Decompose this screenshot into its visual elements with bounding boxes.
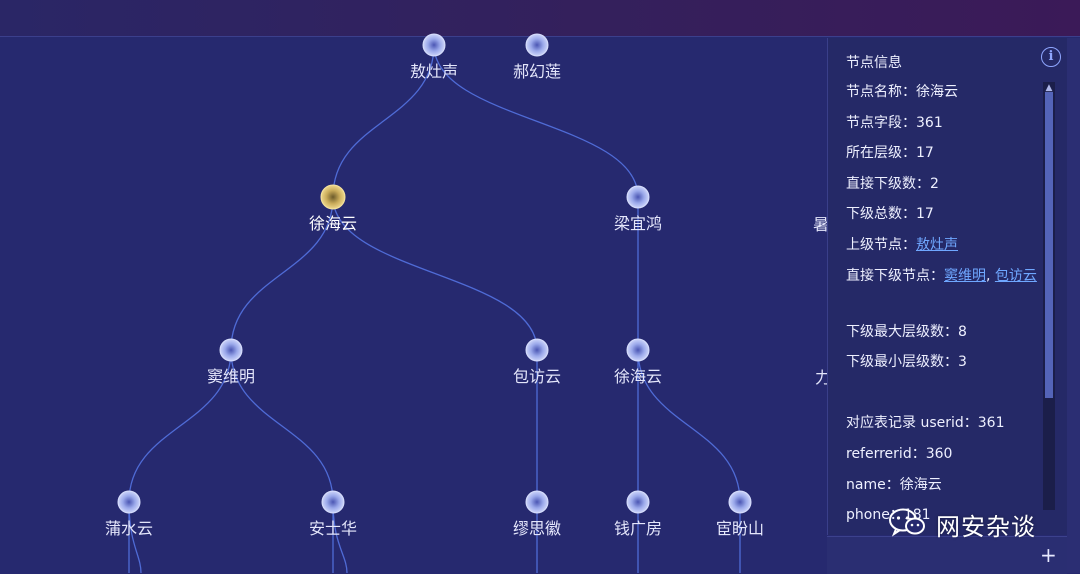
tree-link bbox=[332, 196, 538, 351]
tree-node[interactable] bbox=[728, 490, 752, 514]
tree-node[interactable] bbox=[525, 490, 549, 514]
direct-children-label: 直接下级节点： bbox=[846, 267, 944, 284]
tree-node[interactable] bbox=[422, 33, 446, 57]
userid-row: 对应表记录 userid：361 bbox=[846, 415, 1005, 432]
node-info-panel: 节点信息 i 节点名称：徐海云 节点字段：361 所在层级：17 直接下级数：2… bbox=[827, 38, 1068, 535]
node-info-list: 节点名称：徐海云 节点字段：361 所在层级：17 直接下级数：2 下级总数：1… bbox=[846, 82, 1041, 536]
node-name-row: 节点名称：徐海云 bbox=[846, 84, 958, 100]
tree-node-label[interactable]: 敖灶声 bbox=[410, 58, 458, 82]
tree-node[interactable] bbox=[117, 490, 141, 514]
child-separator: , bbox=[986, 267, 995, 284]
tree-node[interactable] bbox=[219, 338, 243, 362]
tree-node-label[interactable]: 蒲水云 bbox=[105, 515, 153, 539]
scroll-thumb[interactable] bbox=[1045, 92, 1053, 398]
min-depth-row: 下级最小层级数：3 bbox=[846, 354, 967, 371]
record-name-row: name：徐海云 bbox=[846, 476, 942, 493]
tree-node-label[interactable]: 安士华 bbox=[309, 515, 357, 539]
panel-scrollbar[interactable]: ▲ bbox=[1043, 82, 1055, 510]
max-depth-row: 下级最大层级数：8 bbox=[846, 323, 967, 340]
referrerid-row: referrerid：360 bbox=[846, 445, 953, 462]
tree-node[interactable] bbox=[525, 338, 549, 362]
tree-node-label[interactable]: 徐海云 bbox=[614, 363, 662, 387]
info-icon[interactable]: i bbox=[1041, 47, 1061, 67]
parent-node-link[interactable]: 敖灶声 bbox=[916, 237, 958, 253]
direct-children-row: 直接下级节点：窦维明, 包访云 bbox=[846, 261, 1041, 322]
tree-node[interactable] bbox=[525, 33, 549, 57]
tree-node-label[interactable]: 徐海云 bbox=[309, 210, 357, 234]
tree-node-label[interactable]: 郝幻莲 bbox=[513, 58, 561, 82]
tree-node[interactable] bbox=[626, 490, 650, 514]
tree-node[interactable] bbox=[626, 338, 650, 362]
parent-node-label: 上级节点： bbox=[846, 236, 916, 253]
tree-node-selected[interactable] bbox=[320, 184, 346, 210]
node-field-row: 节点字段：361 bbox=[846, 114, 943, 131]
tree-node-label[interactable]: 包访云 bbox=[513, 363, 561, 387]
watermark-text: 网安杂谈 bbox=[936, 513, 1036, 541]
tree-node[interactable] bbox=[626, 185, 650, 209]
tree-node-label[interactable]: 缪思徽 bbox=[513, 515, 561, 539]
direct-children-count-row: 直接下级数：2 bbox=[846, 175, 939, 192]
tree-node-label[interactable]: 钱广房 bbox=[614, 515, 662, 539]
right-edge-strip bbox=[1067, 38, 1080, 573]
total-children-row: 下级总数：17 bbox=[846, 206, 934, 223]
tree-node-label[interactable]: 窦维明 bbox=[207, 363, 255, 387]
child-link-2[interactable]: 包访云 bbox=[995, 268, 1037, 284]
row-spacer bbox=[846, 383, 1041, 414]
panel-title: 节点信息 bbox=[846, 55, 902, 71]
child-link-1[interactable]: 窦维明 bbox=[944, 268, 986, 284]
wechat-icon bbox=[889, 508, 925, 537]
tree-node[interactable] bbox=[321, 490, 345, 514]
tree-node-label[interactable]: 梁宜鸿 bbox=[614, 210, 662, 234]
plus-icon[interactable]: + bbox=[1040, 543, 1057, 567]
node-level-row: 所在层级：17 bbox=[846, 145, 934, 162]
tree-node-label[interactable]: 宦盼山 bbox=[716, 515, 764, 539]
watermark: 网安杂谈 bbox=[888, 503, 1058, 543]
